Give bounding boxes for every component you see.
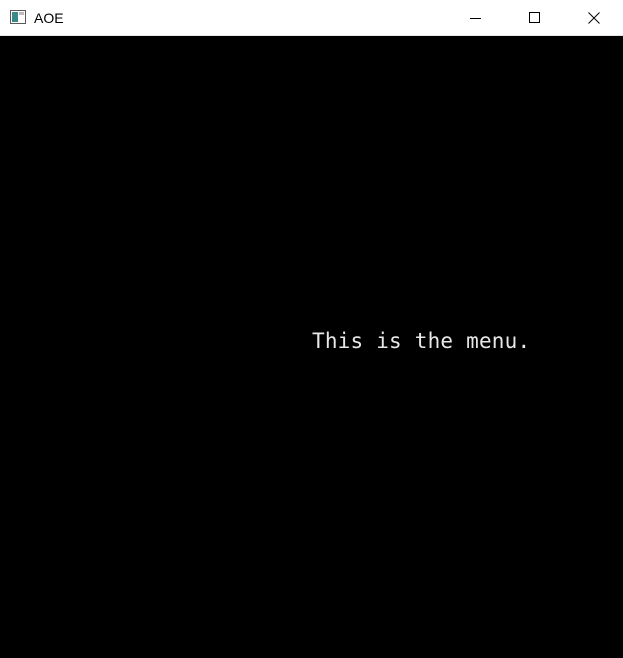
close-button[interactable] [565, 0, 623, 35]
menu-message: This is the menu. [312, 329, 531, 353]
close-icon [588, 11, 600, 24]
app-window-icon [10, 10, 26, 24]
minimize-icon [470, 12, 482, 24]
maximize-button[interactable] [506, 0, 564, 35]
minimize-button[interactable] [447, 0, 505, 35]
app-window: AOE This is the menu. [0, 0, 623, 658]
maximize-icon [529, 11, 541, 24]
title-bar[interactable]: AOE [0, 0, 623, 36]
game-canvas[interactable]: This is the menu. [0, 36, 623, 658]
window-title: AOE [34, 10, 64, 26]
